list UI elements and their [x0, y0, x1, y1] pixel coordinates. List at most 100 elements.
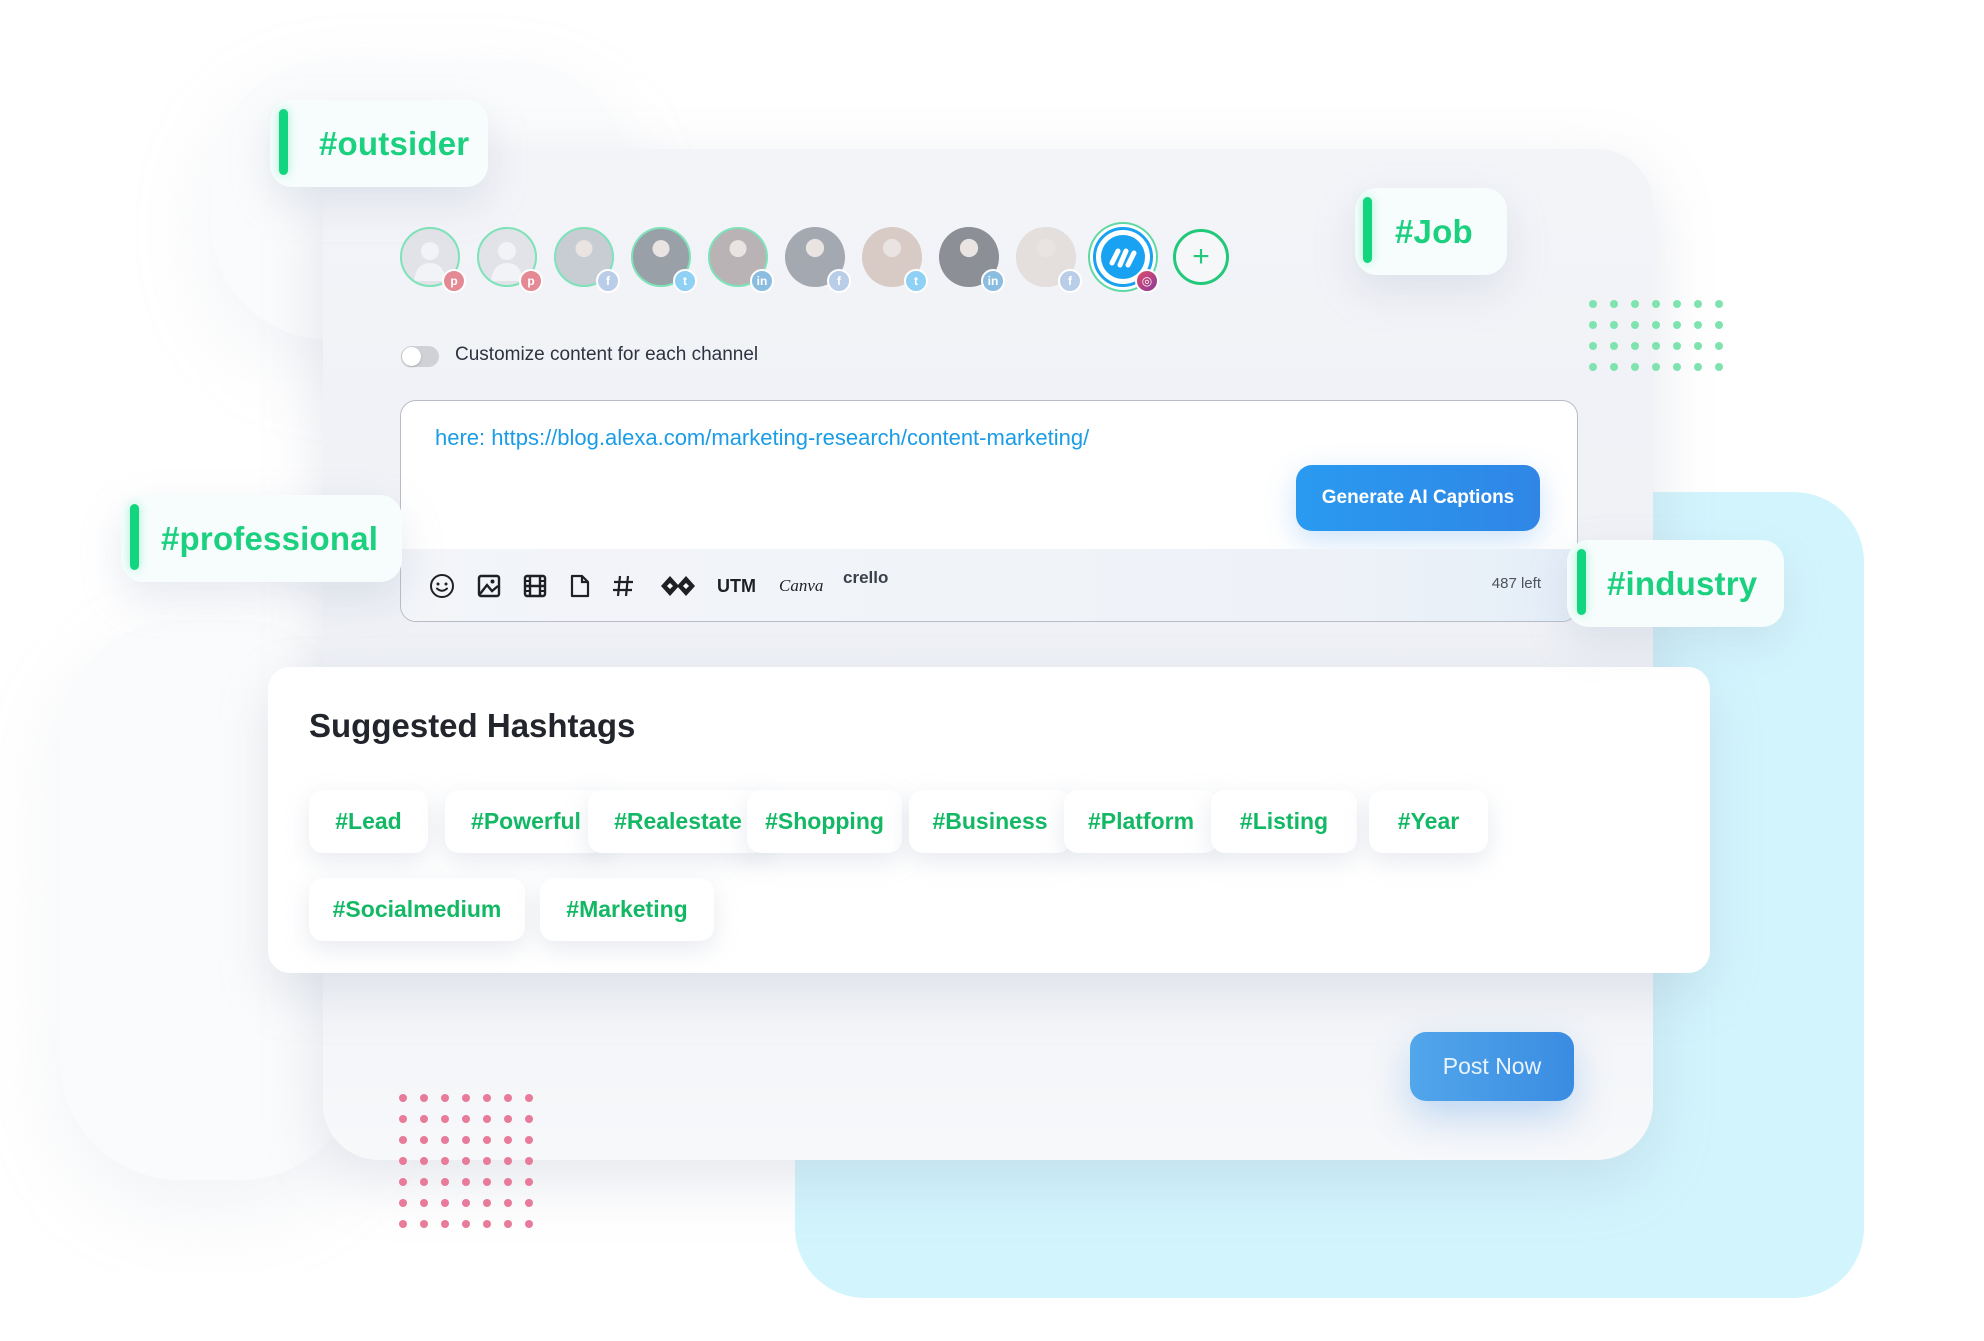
decorative-dot: [504, 1136, 512, 1144]
facebook-icon: f: [596, 269, 620, 293]
decorative-dot: [483, 1199, 491, 1207]
decorative-dot: [504, 1220, 512, 1228]
decorative-dot: [441, 1178, 449, 1186]
link-shortener-icon[interactable]: [659, 573, 697, 599]
channel-avatar-pinterest[interactable]: p: [400, 227, 466, 293]
hashtag-chip[interactable]: #Lead: [309, 790, 428, 853]
hashtag-chip[interactable]: #Platform: [1064, 790, 1218, 853]
decorative-dot: [420, 1199, 428, 1207]
generate-ai-captions-button[interactable]: Generate AI Captions: [1296, 465, 1540, 531]
facebook-icon: f: [827, 269, 851, 293]
floating-hashtag-text: #industry: [1607, 564, 1758, 602]
hashtag-chip[interactable]: #Shopping: [747, 790, 902, 853]
decorative-dot: [504, 1115, 512, 1123]
decorative-dot: [525, 1136, 533, 1144]
image-icon[interactable]: [476, 573, 502, 599]
floating-hashtag-text: #outsider: [319, 124, 470, 162]
decorative-dot: [1694, 342, 1702, 350]
decorative-dot: [420, 1136, 428, 1144]
decorative-dot: [483, 1136, 491, 1144]
accent-bar: [1577, 549, 1586, 615]
decorative-dot: [1673, 342, 1681, 350]
decorative-dot: [525, 1178, 533, 1186]
emoji-icon[interactable]: [428, 573, 456, 599]
toggle-knob: [402, 347, 421, 366]
decorative-dot: [525, 1199, 533, 1207]
crello-button[interactable]: crello: [843, 565, 888, 591]
decorative-dot: [483, 1157, 491, 1165]
decorative-dot: [1694, 300, 1702, 308]
accent-bar: [130, 504, 139, 570]
hashtag-chip[interactable]: #Realestate: [588, 790, 768, 853]
channel-avatar-facebook[interactable]: f: [554, 227, 620, 293]
document-icon[interactable]: [569, 573, 591, 599]
canva-button[interactable]: Canva: [779, 573, 823, 599]
decorative-dot: [1589, 342, 1597, 350]
decorative-dot: [420, 1115, 428, 1123]
utm-button[interactable]: UTM: [717, 573, 756, 599]
hashtag-chip[interactable]: #Listing: [1211, 790, 1357, 853]
decorative-dot: [1631, 321, 1639, 329]
decorative-dot: [1694, 321, 1702, 329]
hashtag-chip[interactable]: #Business: [909, 790, 1071, 853]
film-icon[interactable]: [522, 573, 548, 599]
facebook-icon: f: [1058, 269, 1082, 293]
decorative-dot: [525, 1157, 533, 1165]
channel-avatar-linkedin[interactable]: in: [939, 227, 1005, 293]
linkedin-icon: in: [981, 269, 1005, 293]
hashtag-chip[interactable]: #Marketing: [540, 878, 714, 941]
hashtag-icon[interactable]: [611, 573, 635, 599]
decorative-dot: [441, 1220, 449, 1228]
floating-hashtag-professional: #professional: [121, 495, 402, 582]
accent-bar: [1363, 197, 1372, 263]
decorative-dot: [399, 1199, 407, 1207]
channel-avatar-instagram[interactable]: ◎: [1093, 227, 1159, 293]
decorative-dot: [1589, 321, 1597, 329]
floating-hashtag-job: #Job: [1355, 188, 1507, 275]
decorative-dot: [504, 1094, 512, 1102]
channel-avatar-twitter[interactable]: t: [631, 227, 697, 293]
characters-left: 487 left: [1491, 575, 1541, 592]
decorative-dot: [399, 1220, 407, 1228]
decorative-dot: [420, 1178, 428, 1186]
decorative-dot: [483, 1115, 491, 1123]
decorative-dot: [462, 1094, 470, 1102]
decorative-dot: [462, 1115, 470, 1123]
floating-hashtag-text: #Job: [1395, 212, 1473, 250]
hashtag-chip[interactable]: #Year: [1369, 790, 1488, 853]
decorative-dot: [483, 1220, 491, 1228]
post-text[interactable]: here: https://blog.alexa.com/marketing-r…: [435, 425, 1089, 451]
decorative-dot: [1694, 363, 1702, 371]
decorative-dot: [1631, 300, 1639, 308]
suggested-hashtags-title: Suggested Hashtags: [309, 707, 636, 744]
decorative-dot: [1652, 300, 1660, 308]
pinterest-icon: p: [442, 269, 466, 293]
floating-hashtag-text: #professional: [161, 519, 379, 557]
decorative-dot: [399, 1157, 407, 1165]
channel-avatar-twitter[interactable]: t: [862, 227, 928, 293]
channel-avatar-linkedin[interactable]: in: [708, 227, 774, 293]
decorative-dot: [1673, 363, 1681, 371]
decorative-dot: [1610, 321, 1618, 329]
channel-avatar-pinterest[interactable]: p: [477, 227, 543, 293]
accent-bar: [279, 109, 288, 175]
decorative-dot: [504, 1199, 512, 1207]
decorative-dot: [399, 1094, 407, 1102]
add-channel-button[interactable]: +: [1173, 229, 1229, 285]
channel-avatar-facebook[interactable]: f: [785, 227, 851, 293]
decorative-dot: [420, 1220, 428, 1228]
decorative-dot: [1715, 342, 1723, 350]
customize-toggle[interactable]: [401, 346, 439, 367]
post-now-button[interactable]: Post Now: [1410, 1032, 1574, 1101]
post-editor[interactable]: here: https://blog.alexa.com/marketing-r…: [400, 400, 1578, 622]
decorative-dot: [462, 1178, 470, 1186]
twitter-icon: t: [904, 269, 928, 293]
decorative-dot: [525, 1115, 533, 1123]
hashtag-chip[interactable]: #Powerful: [445, 790, 607, 853]
decorative-dot: [504, 1157, 512, 1165]
channel-avatar-facebook[interactable]: f: [1016, 227, 1082, 293]
hashtag-chip[interactable]: #Socialmedium: [309, 878, 525, 941]
decorative-dot: [1589, 300, 1597, 308]
decorative-dot: [441, 1157, 449, 1165]
decorative-dot: [483, 1094, 491, 1102]
